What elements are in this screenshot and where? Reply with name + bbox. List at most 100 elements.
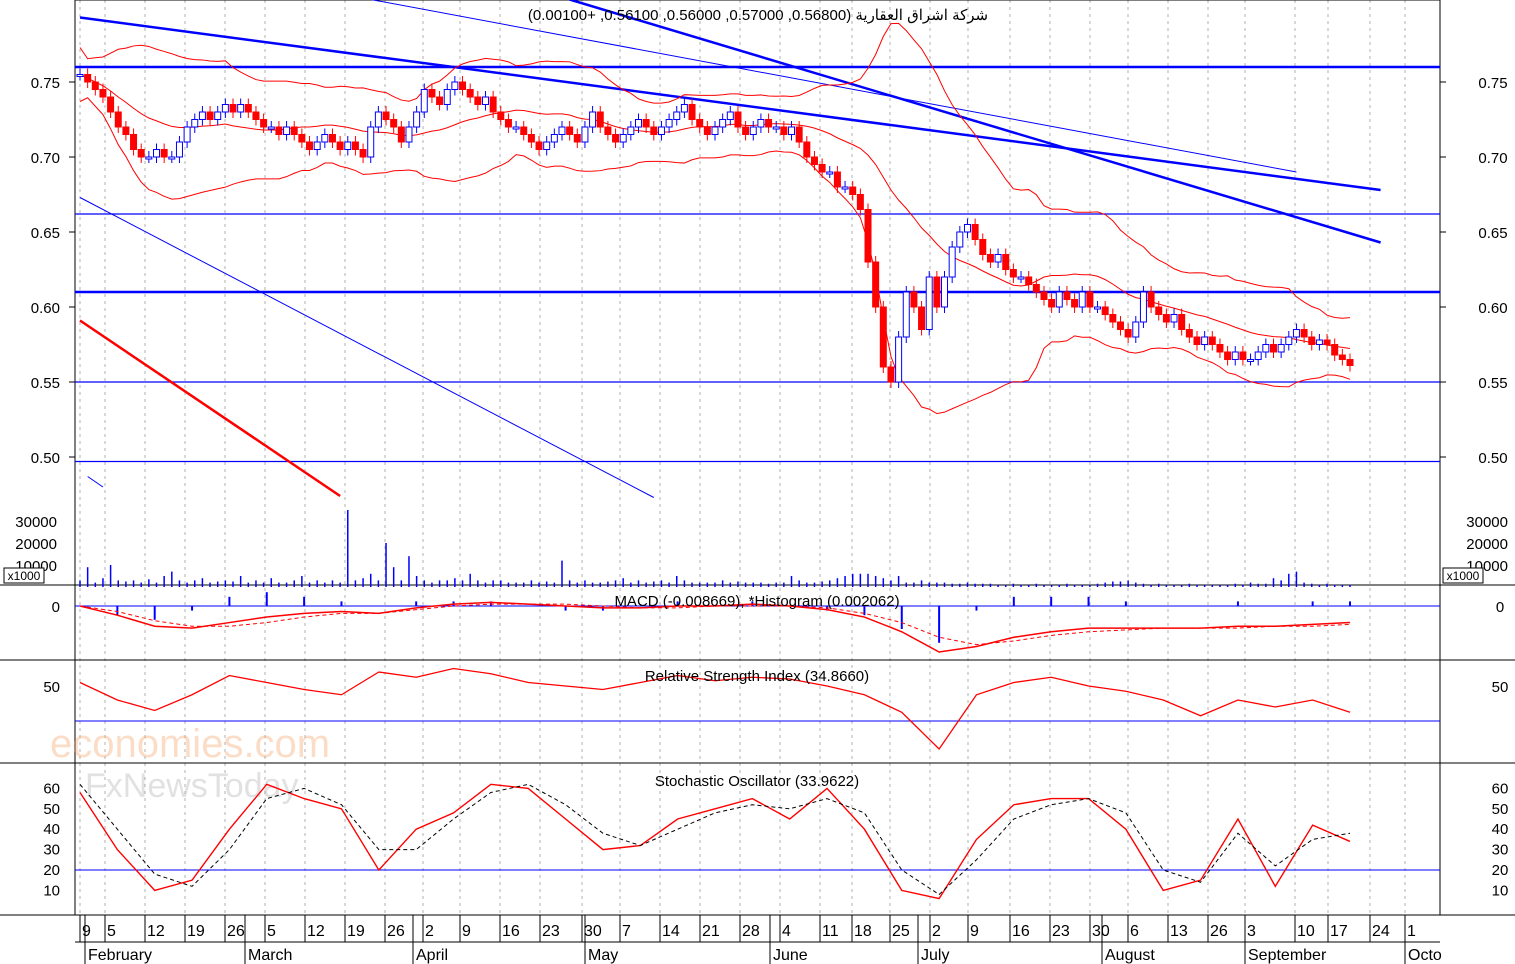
day-label: 1 — [1407, 923, 1416, 940]
stochastic-axis-tick: 50 — [43, 801, 60, 818]
candle-body — [918, 306, 926, 330]
candle-body — [443, 89, 451, 105]
candle-body — [818, 164, 826, 173]
candle-body — [1124, 329, 1132, 338]
day-label: 14 — [662, 923, 680, 940]
rsi-axis-tick-right: 50 — [1492, 679, 1509, 696]
candle-body — [260, 119, 268, 128]
price-axis-tick: 0.55 — [31, 375, 60, 392]
candle-body — [336, 141, 344, 150]
month-label: Octo — [1408, 947, 1442, 964]
candle-body — [175, 141, 183, 158]
candle-body — [841, 186, 849, 190]
candle-body — [650, 126, 658, 135]
candle-body — [229, 104, 237, 113]
volume-panel — [79, 510, 1351, 587]
candle-body — [306, 141, 314, 150]
candle-body — [76, 74, 84, 77]
candle-body — [1009, 269, 1017, 278]
candle-body — [99, 89, 107, 98]
candle-body — [1078, 291, 1086, 308]
candle-body — [1025, 276, 1033, 285]
day-label: 4 — [782, 923, 791, 940]
day-label: 26 — [227, 923, 245, 940]
candle-body — [941, 276, 949, 308]
candle-body — [833, 171, 841, 188]
day-label: 2 — [425, 923, 434, 940]
candle-body — [1002, 254, 1010, 270]
macd-signal-line — [79, 603, 1351, 646]
candle-body — [1101, 306, 1109, 315]
price-axis-tick-right: 0.65 — [1478, 225, 1507, 242]
axes: 0 0 50 50 60 60 50 50 40 40 30 30 20 20 10 10 0.75 0.75 0.… — [3, 75, 1509, 964]
candle-body — [1040, 291, 1048, 300]
trendline — [370, 0, 1297, 173]
month-label: August — [1105, 947, 1155, 964]
candle-body — [221, 104, 229, 113]
trendline — [79, 197, 655, 498]
candle-body — [244, 104, 252, 113]
price-axis-tick-right: 0.50 — [1478, 450, 1507, 467]
candle-body — [474, 96, 482, 105]
candle-body — [1247, 359, 1255, 362]
candle-body — [780, 126, 788, 135]
candle-body — [1147, 291, 1155, 308]
candle-body — [428, 89, 436, 98]
watermark-fxnewstoday: FxNewsToday — [85, 767, 299, 805]
candle-body — [948, 246, 956, 278]
candle-body — [321, 134, 329, 143]
candle-body — [283, 126, 291, 135]
volume-axis-tick: 20000 — [15, 536, 57, 553]
bollinger-lower — [79, 97, 1351, 415]
candle-body — [994, 254, 1002, 263]
candle-body — [160, 149, 168, 158]
candle-body — [856, 194, 864, 210]
candle-body — [986, 254, 994, 263]
candle-body — [1231, 351, 1239, 360]
candle-body — [420, 89, 428, 113]
candle-body — [489, 96, 497, 113]
candle-body — [1071, 299, 1079, 308]
candle-body — [1346, 359, 1354, 366]
candle-body — [130, 134, 138, 150]
candle-body — [711, 126, 719, 135]
trendline — [79, 16, 1381, 192]
candle-body — [313, 141, 321, 150]
candle-body — [137, 149, 145, 158]
chart-title: شركة اشراق العقارية (0.56800, 0.57000, 0… — [528, 7, 988, 24]
day-label: 25 — [892, 923, 910, 940]
price-axis-tick: 0.50 — [31, 450, 60, 467]
candle-body — [956, 231, 964, 248]
candle-body — [566, 126, 574, 135]
stochastic-axis-tick-right: 60 — [1492, 780, 1509, 797]
candle-body — [742, 126, 750, 135]
candle-body — [91, 81, 99, 90]
price-axis-tick: 0.70 — [31, 150, 60, 167]
candle-body — [1331, 344, 1339, 356]
trendline — [569, 0, 1381, 244]
candle-body — [1208, 336, 1216, 345]
candle-body — [1254, 351, 1262, 360]
candle-body — [84, 74, 92, 83]
month-label: June — [773, 947, 808, 964]
candle-body — [168, 156, 176, 160]
macd-label: MACD (-0.008669), *Histogram (0.002062) — [614, 593, 899, 610]
candle-body — [604, 126, 612, 135]
candle-body — [145, 156, 153, 160]
price-axis-tick-right: 0.75 — [1478, 75, 1507, 92]
stochastic-axis-tick-right: 40 — [1492, 821, 1509, 838]
candle-body — [351, 141, 359, 150]
volume-axis-tick-right: 20000 — [1466, 536, 1508, 553]
candle-body — [114, 111, 122, 128]
candle-body — [535, 141, 543, 150]
candle-body — [1216, 344, 1224, 353]
candle-body — [872, 261, 880, 308]
day-label: 6 — [1130, 923, 1139, 940]
candle-body — [963, 224, 971, 233]
candle-body — [1338, 354, 1346, 360]
candle-body — [1315, 339, 1323, 345]
candle-body — [849, 186, 857, 195]
candle-body — [359, 149, 367, 158]
day-label: 9 — [970, 923, 979, 940]
candle-body — [436, 96, 444, 105]
